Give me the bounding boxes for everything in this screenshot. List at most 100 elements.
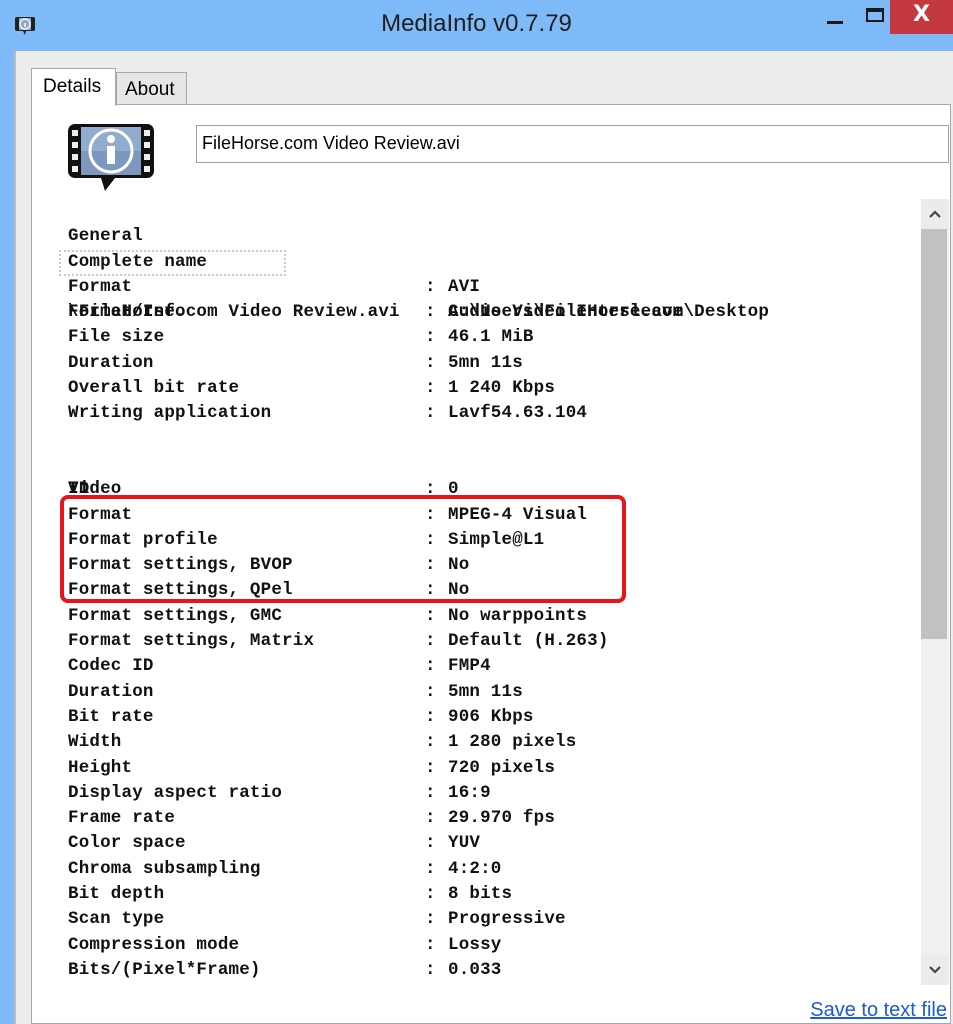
- info-row: Codec ID: FMP4: [68, 654, 908, 679]
- info-key: Compression mode: [68, 934, 240, 955]
- vertical-scrollbar[interactable]: [921, 199, 949, 985]
- info-row: Format: MPEG-4 Visual: [68, 503, 908, 528]
- info-key: Duration: [68, 352, 154, 373]
- info-value: 29.970 fps: [448, 808, 556, 829]
- info-key: Chroma subsampling: [68, 858, 261, 879]
- info-key: Display aspect ratio: [68, 782, 283, 803]
- info-value: 8 bits: [448, 884, 513, 905]
- info-separator: :: [425, 909, 436, 930]
- info-separator: :: [425, 276, 436, 297]
- info-row: Frame rate:29.970 fps: [68, 806, 908, 831]
- info-separator: :: [425, 580, 436, 601]
- close-icon: X: [913, 1, 930, 27]
- info-row: Format settings, GMC: No warppoints: [68, 604, 908, 629]
- info-row: Color space: YUV: [68, 831, 908, 856]
- window-client-area: Details About FileHorse.com Video Review…: [14, 51, 953, 1024]
- info-row: ID:0: [68, 477, 908, 502]
- info-value: 4:2:0: [448, 858, 502, 879]
- scroll-up-button[interactable]: [921, 199, 949, 229]
- chevron-down-icon: [929, 966, 941, 974]
- info-key: Overall bit rate: [68, 378, 240, 399]
- focus-rectangle: [59, 249, 286, 276]
- info-key: Format settings, GMC: [68, 605, 283, 626]
- info-row: Format: AVI: [68, 275, 908, 300]
- scroll-down-button[interactable]: [921, 955, 949, 985]
- info-key: Bits/(Pixel*Frame): [68, 959, 261, 980]
- info-key: Format settings, QPel: [68, 580, 293, 601]
- info-value: Progressive: [448, 909, 566, 930]
- info-key: Width: [68, 732, 122, 753]
- info-separator: :: [425, 782, 436, 803]
- info-value: Audio Video Interleave: [448, 302, 684, 323]
- minimize-button[interactable]: [815, 0, 855, 34]
- scrollbar-thumb[interactable]: [921, 229, 947, 639]
- filename-field[interactable]: FileHorse.com Video Review.avi: [196, 125, 949, 163]
- info-separator: :: [425, 327, 436, 348]
- info-value: MPEG-4 Visual: [448, 504, 588, 525]
- info-row: Writing application: Lavf54.63.104: [68, 401, 908, 426]
- info-value: 1 280 pixels: [448, 732, 577, 753]
- info-separator: :: [425, 631, 436, 652]
- info-row: Format profile: Simple@L1: [68, 528, 908, 553]
- title-bar: MediaInfo v0.7.79 X: [0, 0, 953, 50]
- info-row: Duration:5mn 11s: [68, 351, 908, 376]
- info-row: Display aspect ratio:16:9: [68, 781, 908, 806]
- info-key: Scan type: [68, 909, 165, 930]
- info-separator: :: [425, 403, 436, 424]
- info-value: AVI: [448, 276, 481, 297]
- info-key: Format profile: [68, 529, 218, 550]
- info-separator: :: [425, 732, 436, 753]
- info-row-complete-name: Complete name : C:\Users\FileHorse.com\D…: [68, 224, 908, 323]
- info-value: 1 240 Kbps: [448, 378, 556, 399]
- info-separator: :: [425, 808, 436, 829]
- tab-about[interactable]: About: [116, 72, 187, 105]
- info-value: 0: [448, 479, 459, 500]
- info-key: Color space: [68, 833, 186, 854]
- info-row: Format settings, Matrix: Default (H.263): [68, 629, 908, 654]
- info-value: Simple@L1: [448, 529, 545, 550]
- tab-details[interactable]: Details: [31, 68, 116, 106]
- info-row-complete-name-wrap: \FileHorse.com Video Review.avi: [59, 249, 908, 322]
- info-row: File size:46.1 MiB: [68, 325, 908, 350]
- info-key: Format settings, BVOP: [68, 555, 293, 576]
- info-row: Chroma subsampling:4:2:0: [68, 857, 908, 882]
- info-separator: :: [425, 757, 436, 778]
- info-row: Bits/(Pixel*Frame):0.033: [68, 958, 908, 983]
- info-separator: :: [425, 959, 436, 980]
- info-key: Codec ID: [68, 656, 154, 677]
- info-separator: :: [425, 605, 436, 626]
- info-row: Format settings, BVOP: No: [68, 553, 908, 578]
- info-row: Scan type: Progressive: [68, 907, 908, 932]
- info-value: 906 Kbps: [448, 706, 534, 727]
- info-value: Lossy: [448, 934, 502, 955]
- info-key: Format/Info: [68, 302, 186, 323]
- info-value: 720 pixels: [448, 757, 556, 778]
- info-value: No warppoints: [448, 605, 588, 626]
- info-key: Duration: [68, 681, 154, 702]
- info-row: Overall bit rate:1 240 Kbps: [68, 376, 908, 401]
- close-button[interactable]: X: [890, 0, 953, 34]
- info-value: 0.033: [448, 959, 502, 980]
- save-to-text-file-link[interactable]: Save to text file: [810, 999, 947, 1022]
- info-separator: :: [425, 378, 436, 399]
- info-value: 5mn 11s: [448, 352, 523, 373]
- info-key: Height: [68, 757, 133, 778]
- info-key: Format settings, Matrix: [68, 631, 315, 652]
- info-row: Width:1 280 pixels: [68, 730, 908, 755]
- info-value: 46.1 MiB: [448, 327, 534, 348]
- info-row: Duration:5mn 11s: [68, 680, 908, 705]
- info-value: YUV: [448, 833, 481, 854]
- window-title: MediaInfo v0.7.79: [381, 10, 572, 37]
- info-key: Bit rate: [68, 706, 154, 727]
- info-row: Bit rate:906 Kbps: [68, 705, 908, 730]
- info-key: File size: [68, 327, 165, 348]
- minimize-icon: [827, 20, 843, 24]
- info-separator: :: [425, 555, 436, 576]
- media-info-text[interactable]: General Complete name : C:\Users\FileHor…: [59, 199, 908, 983]
- mediainfo-logo-icon: [68, 124, 154, 191]
- info-separator: :: [425, 656, 436, 677]
- maximize-icon: [866, 8, 884, 22]
- maximize-button[interactable]: [855, 0, 895, 34]
- info-value: Default (H.263): [448, 631, 609, 652]
